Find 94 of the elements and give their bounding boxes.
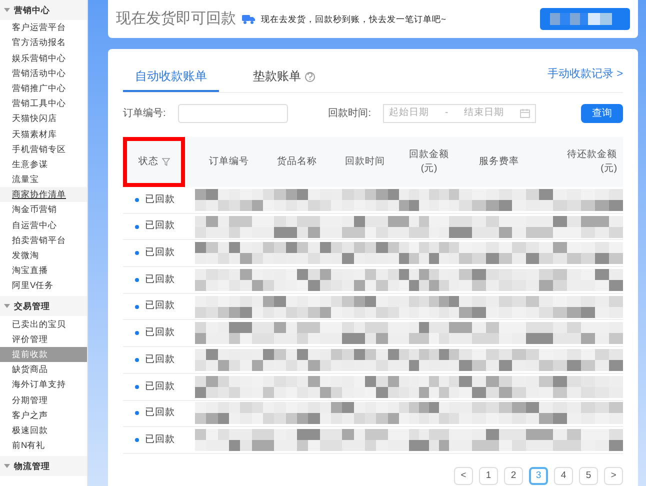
pixelated-cell bbox=[399, 242, 459, 264]
pixelated-cell bbox=[331, 376, 399, 398]
sidebar-item[interactable]: 手机营销专区 bbox=[0, 142, 87, 157]
column-header: 订单编号 bbox=[209, 154, 249, 169]
sidebar-item[interactable]: 商家协作清单 bbox=[0, 187, 87, 202]
column-header: 待还款金额 (元) bbox=[567, 148, 617, 176]
sidebar-item[interactable]: 营销活动中心 bbox=[0, 66, 87, 81]
sidebar-section-header[interactable]: 物流管理 bbox=[0, 456, 87, 476]
banner-note: 现在去发货，回款秒到账，快去发一笔订单吧~ bbox=[261, 12, 446, 26]
pixelated-cell bbox=[399, 376, 459, 398]
sidebar-item[interactable]: 淘宝直播 bbox=[0, 263, 87, 278]
sidebar-item[interactable]: 发微淘 bbox=[0, 248, 87, 263]
column-header: 货品名称 bbox=[277, 154, 317, 169]
pixelated-cell bbox=[263, 429, 331, 452]
tab[interactable]: 自动收款账单 bbox=[123, 63, 219, 92]
truck-icon bbox=[242, 14, 255, 24]
pixelated-cell bbox=[331, 429, 399, 452]
sidebar-item[interactable]: 客户之声 bbox=[0, 408, 87, 423]
field-label: 订单编号: bbox=[123, 106, 166, 120]
pixelated-button[interactable] bbox=[540, 8, 630, 30]
pixelated-cell bbox=[263, 242, 331, 264]
sidebar-section-header[interactable]: 营销中心 bbox=[0, 0, 87, 20]
pixelated-cell bbox=[195, 242, 263, 264]
sidebar-item[interactable]: 阿里V任务 bbox=[0, 278, 87, 294]
sidebar-item[interactable]: 海外订单支持 bbox=[0, 377, 87, 392]
pixelated-cell bbox=[399, 348, 459, 371]
pixelated-cell bbox=[195, 322, 263, 344]
sidebar-section-header[interactable]: 交易管理 bbox=[0, 296, 87, 316]
help-icon bbox=[305, 72, 315, 82]
pixelated-cell bbox=[263, 268, 331, 291]
sidebar-item[interactable]: 评价管理 bbox=[0, 332, 87, 347]
pixelated-cell bbox=[399, 268, 459, 291]
status-text: 已回款 bbox=[145, 272, 175, 287]
status-text: 已回款 bbox=[145, 352, 175, 367]
status-text: 已回款 bbox=[145, 406, 175, 420]
sidebar-item[interactable]: 淘金币营销 bbox=[0, 202, 87, 218]
pixelated-cell bbox=[195, 376, 263, 398]
page-button[interactable]: 2 bbox=[504, 466, 523, 485]
filter-icon[interactable] bbox=[162, 158, 170, 166]
page-button[interactable]: 1 bbox=[479, 466, 498, 485]
pixelated-cell bbox=[399, 322, 459, 344]
status-text: 已回款 bbox=[145, 380, 175, 394]
sidebar-item[interactable]: 营销推广中心 bbox=[0, 80, 87, 96]
calendar-icon bbox=[520, 108, 530, 118]
query-button[interactable]: 查询 bbox=[581, 104, 623, 122]
status-text: 已回款 bbox=[145, 192, 175, 207]
previous-page-button[interactable]: < bbox=[454, 466, 473, 485]
pixelated-cell bbox=[263, 348, 331, 371]
pixelated-cell bbox=[195, 188, 263, 211]
pixelated-cell bbox=[331, 322, 399, 344]
column-header: 回款金额 (元) bbox=[409, 148, 449, 176]
sidebar-item[interactable]: 官方活动报名 bbox=[0, 35, 87, 50]
pixelated-cell bbox=[331, 242, 399, 264]
status-text: 已回款 bbox=[145, 326, 175, 340]
order-number-field[interactable] bbox=[178, 104, 288, 122]
status-text: 已回款 bbox=[145, 246, 175, 260]
pixelated-cell bbox=[195, 348, 263, 371]
status-text: 已回款 bbox=[145, 219, 175, 234]
sidebar-item[interactable]: 前N有礼 bbox=[0, 438, 87, 454]
sidebar-item[interactable]: 已卖出的宝贝 bbox=[0, 316, 87, 332]
sidebar-item[interactable]: 极速回款 bbox=[0, 422, 87, 438]
sidebar-item[interactable]: 营销工具中心 bbox=[0, 96, 87, 112]
next-page-button[interactable]: > bbox=[604, 466, 623, 485]
pixelated-cell bbox=[399, 429, 459, 452]
field-label: 回款时间: bbox=[328, 106, 371, 120]
pixelated-cell bbox=[331, 268, 399, 291]
pixelated-cell bbox=[399, 188, 459, 211]
banner-title: 现在发货即可回款 bbox=[116, 10, 236, 29]
column-header: 服务费率 bbox=[479, 154, 519, 169]
pixelated-cell bbox=[263, 188, 331, 211]
sidebar-item[interactable]: 自运营中心 bbox=[0, 217, 87, 233]
column-header: 回款时间 bbox=[345, 154, 385, 169]
status-text: 已回款 bbox=[145, 432, 175, 447]
page-button[interactable]: 4 bbox=[554, 466, 573, 485]
manual-records-link[interactable]: 手动收款记录 > bbox=[548, 66, 623, 92]
page-button[interactable]: 5 bbox=[579, 466, 598, 485]
sidebar-item[interactable]: 天猫快闪店 bbox=[0, 111, 87, 126]
sidebar-item[interactable]: 娱乐营销中心 bbox=[0, 50, 87, 66]
sidebar-item[interactable]: 流量宝 bbox=[0, 172, 87, 188]
pixelated-cell bbox=[263, 376, 331, 398]
sidebar-item[interactable]: 天猫素材库 bbox=[0, 126, 87, 142]
pixelated-cell bbox=[331, 188, 399, 211]
tab[interactable]: 垫款账单 bbox=[241, 63, 327, 92]
pixelated-cell bbox=[195, 268, 263, 291]
sidebar-item[interactable]: 缺货商品 bbox=[0, 362, 87, 378]
pixelated-cell bbox=[331, 348, 399, 371]
pixelated-cell bbox=[195, 429, 263, 452]
sidebar-item[interactable]: 分期管理 bbox=[0, 392, 87, 408]
pixelated-cell bbox=[263, 322, 331, 344]
column-header: 状态 bbox=[123, 137, 185, 187]
sidebar-item[interactable]: 客户运营平台 bbox=[0, 20, 87, 36]
status-text: 已回款 bbox=[145, 299, 175, 314]
sidebar-item[interactable]: 拍卖营销平台 bbox=[0, 232, 87, 248]
sidebar-item[interactable]: 生意参谋 bbox=[0, 156, 87, 172]
